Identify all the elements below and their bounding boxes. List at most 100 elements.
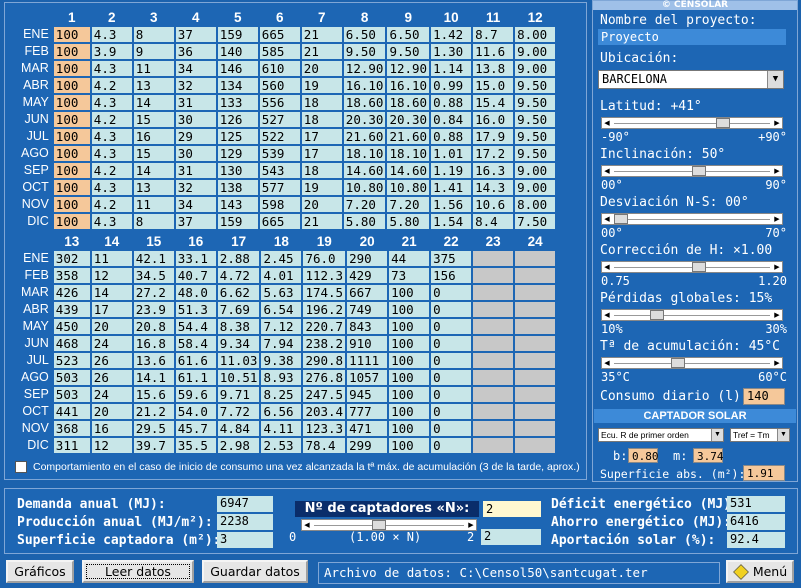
table-cell[interactable]: 31 (175, 95, 216, 110)
table-cell[interactable]: 4.2 (91, 78, 132, 93)
table-cell[interactable]: 8.4 (473, 214, 514, 229)
table-cell[interactable]: 20.30 (343, 112, 386, 127)
table-cell[interactable]: 0 (431, 336, 472, 351)
table-cell[interactable]: 23.9 (133, 302, 174, 317)
m-input[interactable]: 3.74 (693, 448, 724, 463)
table-cell[interactable]: 0.99 (431, 78, 472, 93)
table-cell[interactable]: 3.9 (91, 44, 132, 59)
table-cell[interactable]: 311 (53, 438, 90, 453)
table-cell[interactable]: 21 (301, 44, 342, 59)
table-cell[interactable]: 26 (91, 370, 132, 385)
table-cell[interactable]: 0 (431, 319, 472, 334)
table-cell[interactable]: 76.0 (303, 251, 346, 266)
table-cell[interactable]: 15 (133, 146, 174, 161)
table-cell[interactable]: 8 (133, 214, 174, 229)
table-cell[interactable]: 5.80 (343, 214, 386, 229)
table-cell[interactable]: 20.8 (133, 319, 174, 334)
table-cell[interactable]: 100 (389, 404, 430, 419)
table-cell[interactable]: 196.2 (303, 302, 346, 317)
table-cell[interactable]: 0 (431, 387, 472, 402)
table-cell[interactable]: 0 (431, 302, 472, 317)
table-cell[interactable]: 37 (175, 214, 216, 229)
table-cell[interactable]: 11 (133, 61, 174, 76)
table-cell[interactable]: 4.2 (91, 112, 132, 127)
table-cell[interactable]: 26 (91, 353, 132, 368)
table-cell[interactable]: 16.0 (473, 112, 514, 127)
table-cell[interactable]: 290 (347, 251, 388, 266)
table-cell[interactable]: 34 (175, 197, 216, 212)
table-cell[interactable]: 9.50 (515, 78, 556, 93)
table-cell[interactable]: 375 (431, 251, 472, 266)
table-cell[interactable]: 100 (53, 129, 90, 144)
table-cell[interactable]: 126 (217, 112, 258, 127)
table-cell[interactable]: 471 (347, 421, 388, 436)
table-cell[interactable]: 34.5 (133, 268, 174, 283)
table-cell[interactable]: 665 (259, 214, 300, 229)
table-cell[interactable]: 18 (301, 95, 342, 110)
table-cell[interactable]: 78.4 (303, 438, 346, 453)
accumulation-slider[interactable]: ◀ ▶ (601, 357, 783, 369)
table-cell[interactable]: 33.1 (175, 251, 216, 266)
table-cell[interactable]: 4.3 (91, 129, 132, 144)
table-cell[interactable]: 4.2 (91, 197, 132, 212)
table-cell[interactable]: 0.88 (431, 95, 472, 110)
table-cell[interactable]: 9.00 (515, 61, 556, 76)
table-cell[interactable] (473, 268, 514, 283)
table-cell[interactable]: 17.9 (473, 129, 514, 144)
table-cell[interactable]: 503 (53, 370, 90, 385)
table-cell[interactable] (473, 404, 514, 419)
deviation-slider[interactable]: ◀ ▶ (601, 213, 783, 225)
table-cell[interactable]: 100 (53, 112, 90, 127)
save-data-button[interactable]: Guardar datos (202, 560, 308, 583)
arrow-left-icon[interactable]: ◀ (602, 166, 612, 176)
table-cell[interactable]: 4.01 (261, 268, 302, 283)
table-cell[interactable]: 61.6 (175, 353, 216, 368)
table-cell[interactable]: 19 (301, 78, 342, 93)
table-cell[interactable] (515, 370, 556, 385)
table-cell[interactable]: 1.41 (431, 180, 472, 195)
table-cell[interactable]: 18.10 (387, 146, 430, 161)
table-cell[interactable]: 777 (347, 404, 388, 419)
table-cell[interactable] (515, 387, 556, 402)
table-cell[interactable]: 174.5 (303, 285, 346, 300)
chevron-down-icon[interactable]: ▼ (777, 429, 789, 441)
table-cell[interactable]: 577 (259, 180, 300, 195)
correction-slider[interactable]: ◀ ▶ (601, 261, 783, 273)
table-cell[interactable]: 556 (259, 95, 300, 110)
table-cell[interactable]: 302 (53, 251, 90, 266)
table-cell[interactable]: 156 (431, 268, 472, 283)
table-cell[interactable]: 9.00 (515, 163, 556, 178)
table-cell[interactable]: 8.25 (261, 387, 302, 402)
table-cell[interactable]: 238.2 (303, 336, 346, 351)
table-cell[interactable] (473, 285, 514, 300)
arrow-left-icon[interactable]: ◀ (302, 520, 312, 530)
arrow-right-icon[interactable]: ▶ (772, 310, 782, 320)
table-cell[interactable]: 24 (91, 336, 132, 351)
table-cell[interactable]: 429 (347, 268, 388, 283)
table-cell[interactable]: 439 (53, 302, 90, 317)
table-cell[interactable]: 32 (175, 180, 216, 195)
table-cell[interactable]: 0 (431, 353, 472, 368)
chevron-down-icon[interactable]: ▼ (767, 71, 783, 88)
table-cell[interactable]: 17.2 (473, 146, 514, 161)
table-cell[interactable]: 16 (133, 129, 174, 144)
table-cell[interactable]: 21.60 (387, 129, 430, 144)
table-cell[interactable]: 543 (259, 163, 300, 178)
table-cell[interactable]: 100 (389, 387, 430, 402)
table-cell[interactable]: 5.80 (387, 214, 430, 229)
table-cell[interactable]: 9.50 (515, 95, 556, 110)
table-cell[interactable]: 665 (259, 27, 300, 42)
arrow-left-icon[interactable]: ◀ (602, 310, 612, 320)
table-cell[interactable]: 159 (217, 27, 258, 42)
table-cell[interactable]: 0 (431, 370, 472, 385)
table-cell[interactable]: 468 (53, 336, 90, 351)
table-cell[interactable] (515, 438, 556, 453)
table-cell[interactable]: 14.3 (473, 180, 514, 195)
table-cell[interactable]: 14 (133, 95, 174, 110)
table-cell[interactable] (515, 285, 556, 300)
losses-slider[interactable]: ◀ ▶ (601, 309, 783, 321)
table-cell[interactable] (473, 353, 514, 368)
table-cell[interactable]: 18 (301, 112, 342, 127)
table-cell[interactable]: 7.12 (261, 319, 302, 334)
table-cell[interactable]: 24 (91, 387, 132, 402)
